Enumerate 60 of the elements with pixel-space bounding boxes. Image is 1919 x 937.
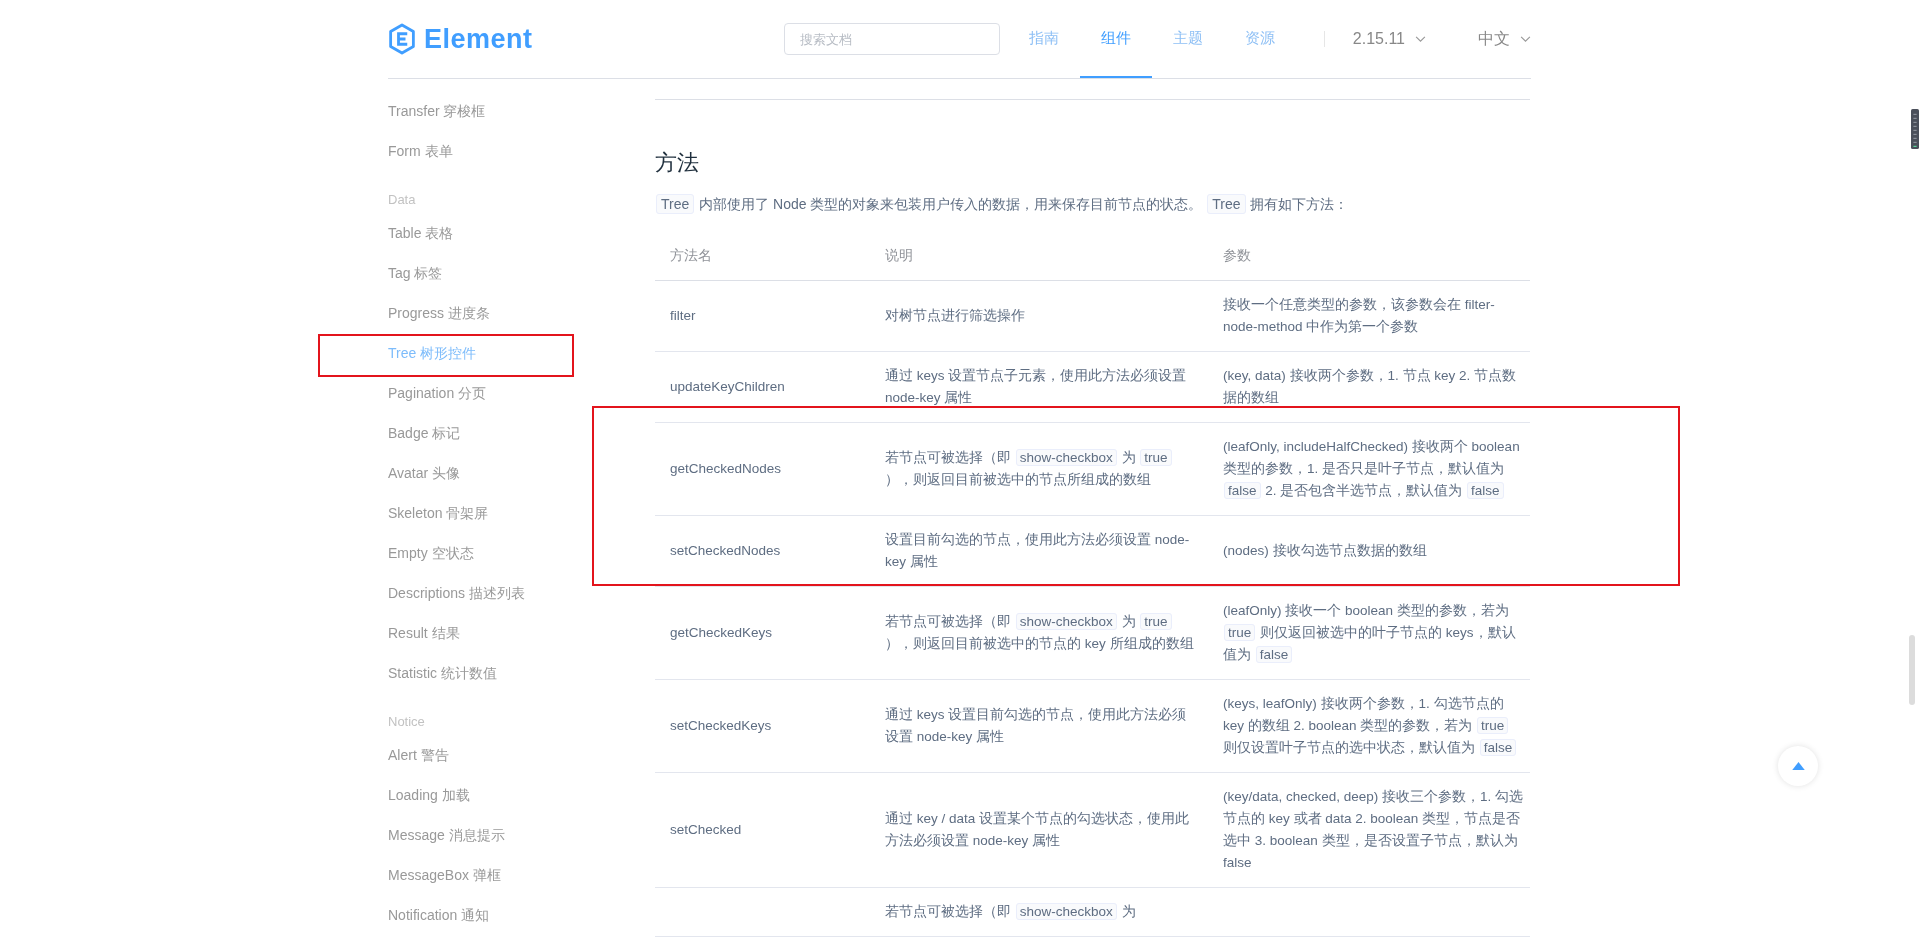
table-cell-text: (nodes) 接收勾选节点数据的数组 (1223, 542, 1428, 560)
table-cell-text: (leafOnly) 接收一个 boolean 类型的参数，若为 true 则仅返回被选中的叶子节点的 keys，默认值为 false (1223, 602, 1517, 665)
method-name: filter (670, 307, 697, 325)
sidebar-item[interactable]: Notification 通知 (388, 907, 490, 925)
sidebar-item[interactable]: Descriptions 描述列表 (388, 585, 525, 603)
nav-link[interactable]: 指南 (1007, 0, 1080, 78)
sidebar-item[interactable]: Result 结果 (388, 625, 460, 643)
table-cell-text: 若节点可被选择（即 show-checkbox 为 (885, 902, 1137, 922)
method-name: setCheckedNodes (670, 542, 782, 560)
sidebar-group-label: Data (388, 190, 417, 209)
table-cell-text: (leafOnly, includeHalfChecked) 接收两个 boolean 类型的参数，1. 是否只是叶子节点，默认值为 false 2. 是否包含半选节点，默认值为 false (1223, 438, 1521, 501)
sidebar-item[interactable]: Loading 加载 (388, 787, 470, 805)
method-name: setChecked (670, 821, 743, 839)
sidebar-item[interactable]: MessageBox 弹框 (388, 867, 501, 885)
sidebar-item[interactable]: Form 表单 (388, 143, 453, 161)
method-name: setCheckedKeys (670, 717, 773, 735)
sidebar-item[interactable]: Avatar 头像 (388, 465, 461, 483)
table-cell-text: 通过 key / data 设置某个节点的勾选状态，使用此方法必须设置 node-key 属性 (885, 810, 1191, 850)
back-to-top-button[interactable] (1778, 746, 1818, 786)
table-cell-text: 设置目前勾选的节点，使用此方法必须设置 node-key 属性 (885, 531, 1191, 571)
caret-icon (1415, 35, 1426, 43)
nav-link[interactable]: 资源 (1223, 0, 1296, 78)
sidebar-item[interactable]: Statistic 统计数值 (388, 665, 497, 683)
sidebar-item[interactable]: Pagination 分页 (388, 385, 487, 403)
intro-paragraph: Tree 内部使用了 Node 类型的对象来包装用户传入的数据，用来保存目前节点的状态。 Tree 拥有如下方法： (655, 196, 1530, 214)
language-dropdown[interactable]: 中文 (1478, 28, 1531, 50)
table-cell-text: 接收一个任意类型的参数，该参数会在 filter-node-method 中作为第一个参数 (1223, 296, 1496, 336)
table-cell: (keys, leafOnly) 接收两个参数，1. 勾选节点的 key 的数组 2. boolean 类型的参数，若为 true 则仅设置叶子节点的选中状态，默认值为 false (1223, 693, 1524, 759)
nav-link[interactable]: 主题 (1151, 0, 1224, 78)
sidebar-item[interactable]: Empty 空状态 (388, 545, 474, 563)
logo-text: Element (424, 23, 533, 55)
table-cell-text: (key, data) 接收两个参数，1. 节点 key 2. 节点数据的数组 (1223, 367, 1518, 407)
sidebar-item[interactable]: Table 表格 (388, 225, 454, 243)
caret-icon (1520, 35, 1531, 43)
caret-up-icon (1791, 762, 1805, 770)
table-cell-text: (key/data, checked, deep) 接收三个参数，1. 勾选节点的 key 或者 data 2. boolean 类型，节点是否选中 3. boolean 类型，是否设置子节点，默认为 false (1223, 788, 1524, 872)
method-name: getCheckedNodes (670, 460, 783, 478)
table-cell-text: 若节点可被选择（即 show-checkbox 为 true ），则返回目前被选中的节点的 key 所组成的数组 (885, 612, 1194, 653)
search-field[interactable]: 搜索文档 (783, 23, 1000, 55)
section-title: 方法 (655, 149, 700, 177)
sidebar-item[interactable]: Skeleton 骨架屏 (388, 505, 489, 523)
sidebar-item[interactable]: Tag 标签 (388, 265, 443, 283)
table-cell-text: 通过 keys 设置节点子元素，使用此方法必须设置 node-key 属性 (885, 367, 1188, 407)
method-name: updateKeyChildren (670, 378, 786, 396)
sidebar-item[interactable]: Transfer 穿梭框 (388, 103, 486, 121)
table-cell-text: 对树节点进行筛选操作 (885, 307, 1026, 325)
sidebar-item[interactable]: Badge 标记 (388, 425, 461, 443)
method-name: getCheckedKeys (670, 624, 774, 642)
version-dropdown[interactable]: 2.15.11 (1352, 30, 1426, 48)
column-header: 方法名 (669, 246, 713, 265)
sidebar-item[interactable]: Tree 树形控件 (388, 345, 477, 363)
column-header: 参数 (1222, 246, 1252, 265)
table-cell-text: 通过 keys 设置目前勾选的节点，使用此方法必须设置 node-key 属性 (885, 706, 1188, 746)
logo-icon (388, 23, 416, 55)
sidebar-group-label: Notice (388, 712, 426, 731)
sidebar-item[interactable]: Progress 进度条 (388, 305, 490, 323)
sidebar-item[interactable]: Message 消息提示 (388, 827, 505, 845)
column-header: 说明 (884, 246, 914, 265)
table-cell: 若节点可被选择（即 show-checkbox 为 true ），则返回目前被选中的节点所组成的数组 (885, 447, 1194, 491)
sidebar-item[interactable]: Alert 警告 (388, 747, 449, 765)
